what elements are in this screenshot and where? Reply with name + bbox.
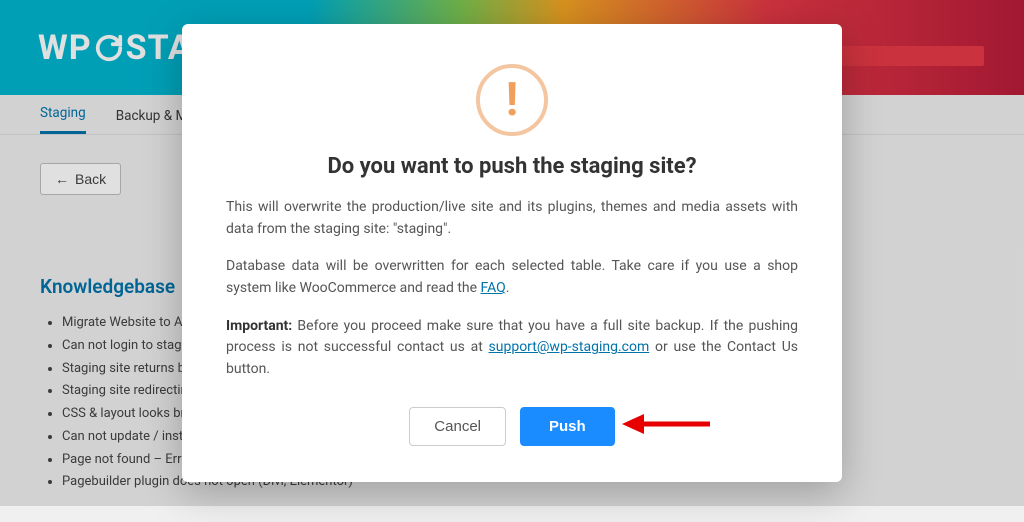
faq-link[interactable]: FAQ [481, 280, 506, 296]
push-button[interactable]: Push [520, 407, 615, 446]
modal-paragraph: Database data will be overwritten for ea… [226, 256, 798, 299]
modal-text: Database data will be overwritten for ea… [226, 258, 798, 296]
modal-paragraph: Important: Before you proceed make sure … [226, 316, 798, 381]
annotation-arrow-icon [622, 411, 712, 441]
support-email-link[interactable]: support@wp-staging.com [489, 339, 650, 355]
modal-title: Do you want to push the staging site? [226, 154, 798, 179]
confirm-push-modal: ! Do you want to push the staging site? … [182, 24, 842, 482]
important-label: Important: [226, 318, 292, 334]
modal-paragraph: This will overwrite the production/live … [226, 197, 798, 240]
modal-overlay: ! Do you want to push the staging site? … [0, 0, 1024, 506]
warning-icon: ! [226, 64, 798, 136]
modal-actions: Cancel Push [226, 407, 798, 446]
modal-body: This will overwrite the production/live … [226, 197, 798, 381]
cancel-button[interactable]: Cancel [409, 407, 506, 446]
modal-text: . [506, 280, 510, 296]
